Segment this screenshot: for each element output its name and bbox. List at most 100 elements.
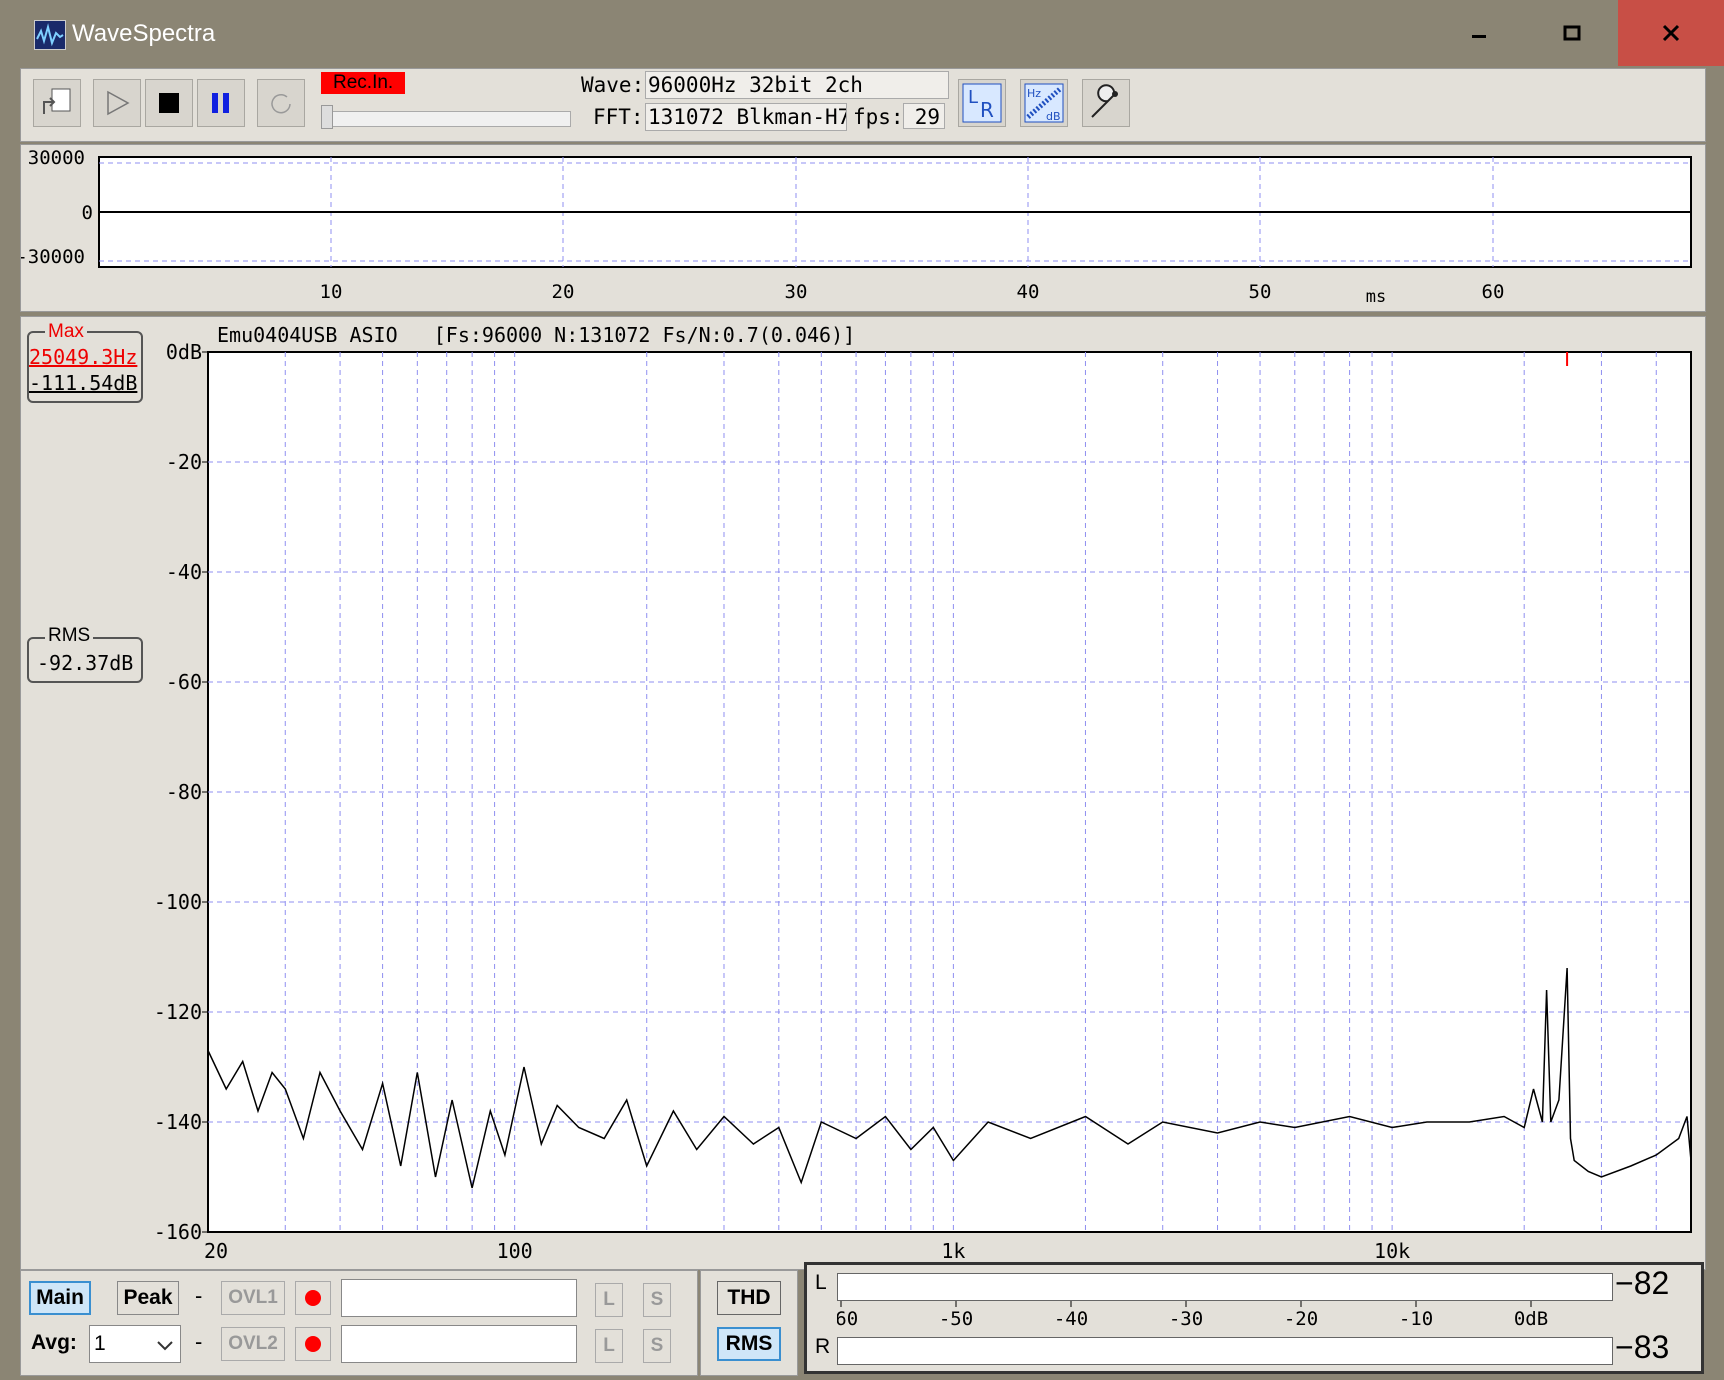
meter-tick-label: -40 [1054,1308,1088,1329]
ovl1-record-button[interactable] [295,1281,331,1315]
meter-tick-label: -20 [1284,1308,1318,1329]
meter-right-bar [837,1337,1613,1365]
lr-icon-l-text: L [968,87,978,108]
lr-icon-r-text: R [980,98,994,122]
ovl2-load-button[interactable]: L [595,1329,623,1363]
wave-xtick: 50 [1249,281,1272,303]
avg-select[interactable]: 1 [89,1325,181,1363]
ovl2-indicator: OVL2 [221,1327,285,1361]
record-icon [305,1290,321,1306]
wave-xtick: 30 [785,281,808,303]
open-file-icon [43,88,71,114]
spectrum-ytick-label: -20 [166,450,202,474]
loop-icon [271,93,291,114]
meter-tick-label: -30 [1169,1308,1203,1329]
maximize-icon [1563,25,1580,41]
fps-value: 29 [903,103,945,129]
pause-icon [212,93,229,113]
spectrum-ytick-label: 0dB [166,340,202,364]
avg-select-value: 1 [94,1332,106,1355]
app-icon [34,20,66,50]
chevron-down-icon [157,1341,173,1351]
wave-xtick: 20 [552,281,575,303]
rec-in-label: Rec.In. [321,72,406,94]
stop-icon [159,93,179,113]
ovl2-save-button[interactable]: S [643,1329,671,1363]
close-button[interactable] [1618,0,1724,66]
lr-channel-button[interactable]: L R [958,79,1006,127]
wave-ytick: 30000 [28,147,85,169]
fft-setting-field[interactable]: 131072 Blkman-H7 [645,103,847,131]
thd-button[interactable]: THD [717,1281,781,1315]
separator-dash: - [195,1283,203,1308]
play-icon [107,90,130,116]
wave-label: Wave: [581,73,645,97]
open-file-button[interactable] [33,79,81,127]
spectrum-ytick-label: -160 [154,1220,202,1244]
spectrum-panel: Max 25049.3Hz -111.54dB RMS -92.37dB Emu… [20,316,1706,1270]
close-icon [1662,24,1680,42]
meter-left-bar [837,1273,1613,1301]
fps-label: fps: [853,105,904,129]
measurement-buttons: THD RMS [700,1270,798,1376]
spectrum-x-axis: 20 100 1k 10k [204,1239,1410,1263]
meter-left-value: −82 [1615,1265,1670,1301]
rms-button[interactable]: RMS [717,1327,781,1361]
spectrum-ytick-label: -60 [166,670,202,694]
minimize-icon [1471,35,1486,38]
record-icon [305,1336,321,1352]
meter-scale: -60 -50 -40 -30 -20 -10 0dB [837,1301,1548,1329]
spectrum-ytick-label: -120 [154,1000,202,1024]
level-meter: L −82 -60 -50 -40 -30 -20 -10 0dB R −83 [804,1262,1704,1374]
ovl2-record-button[interactable] [295,1327,331,1361]
rec-level-slider[interactable] [321,111,571,127]
spectrum-xtick-label: 10k [1374,1239,1410,1263]
spectrum-xtick-label: 20 [204,1239,228,1263]
ovl1-filename-input[interactable] [341,1279,577,1317]
bottom-controls: Main Peak - Avg: 1 - OVL1 L S OVL2 L S [20,1270,698,1376]
main-button[interactable]: Main [29,1281,91,1315]
wave-xtick: 40 [1017,281,1040,303]
meter-tick-marks: -60 -50 -40 -30 -20 -10 0dB [837,1301,1548,1329]
settings-button[interactable] [1082,79,1130,127]
minimize-button[interactable] [1432,0,1525,66]
wrench-icon [1091,84,1118,118]
pause-button[interactable] [197,79,245,127]
rec-level-slider-thumb[interactable] [321,105,333,129]
spectrum-ytick-label: -100 [154,890,202,914]
ovl1-save-button[interactable]: S [643,1283,671,1317]
spectrum-ytick-label: -40 [166,560,202,584]
meter-tick-label: -10 [1399,1308,1433,1329]
ovl1-indicator: OVL1 [221,1281,285,1315]
db-icon-text: dB [1046,110,1061,123]
wave-x-unit: ms [1366,287,1386,307]
ovl1-load-button[interactable]: L [595,1283,623,1317]
hz-icon-text: Hz [1027,87,1041,100]
separator-dash: - [195,1329,203,1354]
play-button[interactable] [93,79,141,127]
wave-ytick: -30000 [21,246,85,268]
meter-tick-label: -60 [837,1308,858,1329]
spectrum-ytick-label: -140 [154,1110,202,1134]
spectrum-xtick-label: 100 [497,1239,533,1263]
meter-right-value: −83 [1615,1329,1670,1365]
wave-format-field: 96000Hz 32bit 2ch [645,71,949,99]
lr-channel-icon: L R [962,83,1002,123]
waveform-chart: 30000 0 -30000 10 20 30 40 50 ms 60 [21,147,1692,307]
loop-button[interactable] [257,79,305,127]
peak-button[interactable]: Peak [117,1281,179,1315]
hz-db-scale-icon: Hz dB [1024,83,1064,123]
hz-db-scale-button[interactable]: Hz dB [1020,79,1068,127]
spectrum-y-axis: 0dB -20 -40 -60 -80 -100 -120 -140 -160 [154,340,208,1244]
maximize-button[interactable] [1525,0,1618,66]
ovl2-filename-input[interactable] [341,1325,577,1363]
spectrum-ytick-label: -80 [166,780,202,804]
wave-ytick: 0 [82,202,93,224]
avg-label: Avg: [31,1331,77,1354]
meter-tick-label: -50 [939,1308,973,1329]
waveform-panel: 30000 0 -30000 10 20 30 40 50 ms 60 [20,144,1706,312]
stop-button[interactable] [145,79,193,127]
toolbar: Rec.In. Wave: 96000Hz 32bit 2ch FFT: 131… [20,68,1706,142]
meter-right-label: R [815,1335,831,1358]
wave-xtick: 10 [320,281,343,303]
